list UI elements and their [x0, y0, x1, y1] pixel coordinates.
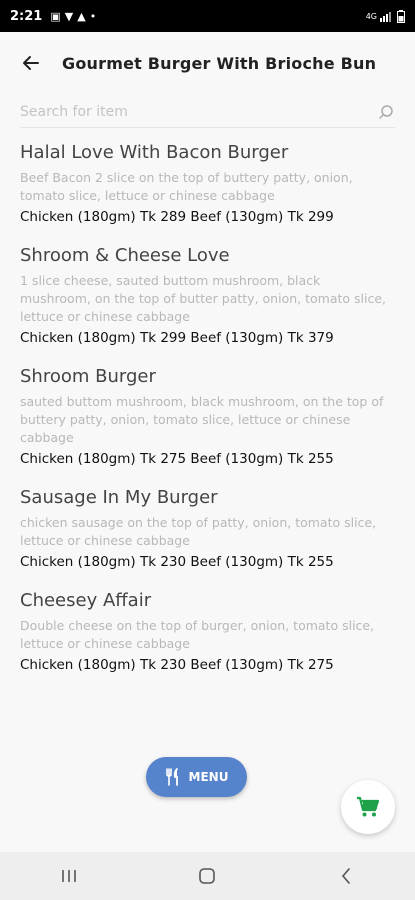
menu-item[interactable]: Sausage In My Burger chicken sausage on …: [20, 487, 395, 570]
home-button[interactable]: [187, 856, 227, 896]
status-bar: 2:21 ▣ ▼ ▲ • 4G: [0, 0, 415, 32]
item-name: Cheesey Affair: [20, 590, 152, 611]
menu-item[interactable]: Shroom & Cheese Love 1 slice cheese, sau…: [20, 245, 395, 346]
app-header: Gourmet Burger With Brioche Bun: [0, 32, 415, 94]
recents-button[interactable]: [49, 856, 89, 896]
back-icon: [341, 868, 350, 884]
item-price: Chicken (180gm) Tk 230 Beef (130gm) Tk 2…: [20, 657, 334, 673]
back-button[interactable]: [16, 48, 46, 78]
item-description: Beef Bacon 2 slice on the top of buttery…: [20, 170, 353, 203]
system-icons: 4G: [365, 9, 405, 23]
menu-item[interactable]: Cheesey Affair Double cheese on the top …: [20, 590, 395, 673]
item-price: Chicken (180gm) Tk 289 Beef (130gm) Tk 2…: [20, 209, 334, 225]
battery-icon: [397, 9, 405, 23]
item-description: chicken sausage on the top of patty, oni…: [20, 515, 377, 548]
signal-icon: [380, 12, 391, 22]
menu-item[interactable]: Shroom Burger sauted buttom mushroom, bl…: [20, 366, 395, 467]
cart-button[interactable]: [341, 780, 395, 834]
item-description: sauted buttom mushroom, black mushroom, …: [20, 394, 384, 445]
item-price: Chicken (180gm) Tk 230 Beef (130gm) Tk 2…: [20, 554, 334, 570]
network-type: 4G: [365, 11, 377, 21]
item-description: 1 slice cheese, sauted buttom mushroom, …: [20, 273, 386, 324]
cart-icon: [357, 796, 380, 817]
warning-icon: ▲: [77, 9, 86, 23]
vpn-icon: ▼: [64, 9, 74, 23]
back-nav-button[interactable]: [326, 856, 366, 896]
item-name: Halal Love With Bacon Burger: [20, 142, 289, 163]
search-input[interactable]: [20, 103, 377, 120]
status-time: 2:21: [10, 8, 43, 24]
item-price: Chicken (180gm) Tk 299 Beef (130gm) Tk 3…: [20, 330, 334, 346]
item-name: Shroom & Cheese Love: [20, 245, 230, 266]
menu-item[interactable]: Halal Love With Bacon Burger Beef Bacon …: [20, 142, 395, 225]
home-icon: [199, 868, 216, 884]
item-name: Sausage In My Burger: [20, 487, 218, 508]
dot-icon: •: [89, 9, 97, 23]
menu-button-label: MENU: [188, 770, 229, 784]
item-name: Shroom Burger: [20, 366, 156, 387]
search-icon[interactable]: [377, 103, 395, 121]
item-description: Double cheese on the top of burger, onio…: [20, 618, 375, 651]
arrow-left-icon: [23, 56, 39, 70]
page-title: Gourmet Burger With Brioche Bun: [62, 53, 377, 73]
search-bar: [20, 96, 395, 128]
image-icon: ▣: [50, 9, 61, 23]
fork-knife-icon: [165, 768, 178, 786]
menu-item-list: Halal Love With Bacon Burger Beef Bacon …: [0, 128, 415, 673]
item-price: Chicken (180gm) Tk 275 Beef (130gm) Tk 2…: [20, 451, 334, 467]
recents-icon: [62, 870, 76, 882]
system-nav-bar: [0, 852, 415, 900]
notification-icons: ▣ ▼ ▲ •: [50, 10, 96, 23]
menu-button[interactable]: MENU: [146, 757, 247, 797]
